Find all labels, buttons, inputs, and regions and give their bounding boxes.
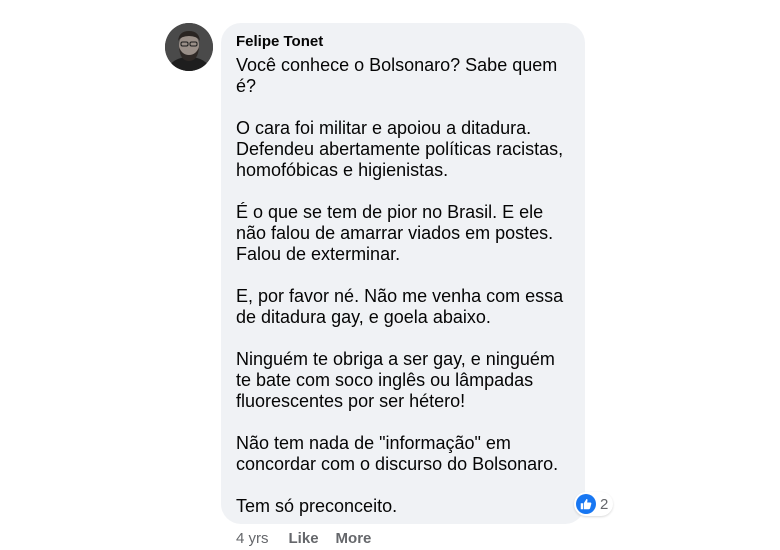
comment-paragraph: Ninguém te obriga a ser gay, e ninguém t… (236, 349, 555, 411)
like-button[interactable]: Like (289, 530, 319, 548)
avatar-photo-icon (165, 23, 213, 71)
comment-timestamp[interactable]: 4 yrs (236, 530, 269, 548)
comment-paragraph: Você conhece o Bolsonaro? Sabe quem é? (236, 55, 558, 96)
comment-body: Você conhece o Bolsonaro? Sabe quem é? O… (236, 55, 570, 517)
comment-bubble: Felipe Tonet Você conhece o Bolsonaro? S… (221, 23, 585, 524)
like-icon (576, 494, 596, 514)
more-button[interactable]: More (336, 530, 372, 548)
comment-paragraph: É o que se tem de pior no Brasil. E ele … (236, 202, 554, 264)
comment-paragraph: E, por favor né. Não me venha com essa d… (236, 286, 564, 327)
comment-paragraph: Tem só preconceito. (236, 496, 398, 516)
comment-actions: 4 yrs Like More (236, 530, 388, 548)
avatar[interactable] (165, 23, 213, 71)
reaction-summary[interactable]: 2 (574, 492, 614, 516)
comment-paragraph: Não tem nada de "informação" em concorda… (236, 433, 559, 474)
reaction-count: 2 (600, 495, 609, 513)
comment-paragraph: O cara foi militar e apoiou a ditadura. … (236, 118, 564, 180)
comment-author[interactable]: Felipe Tonet (236, 32, 570, 52)
